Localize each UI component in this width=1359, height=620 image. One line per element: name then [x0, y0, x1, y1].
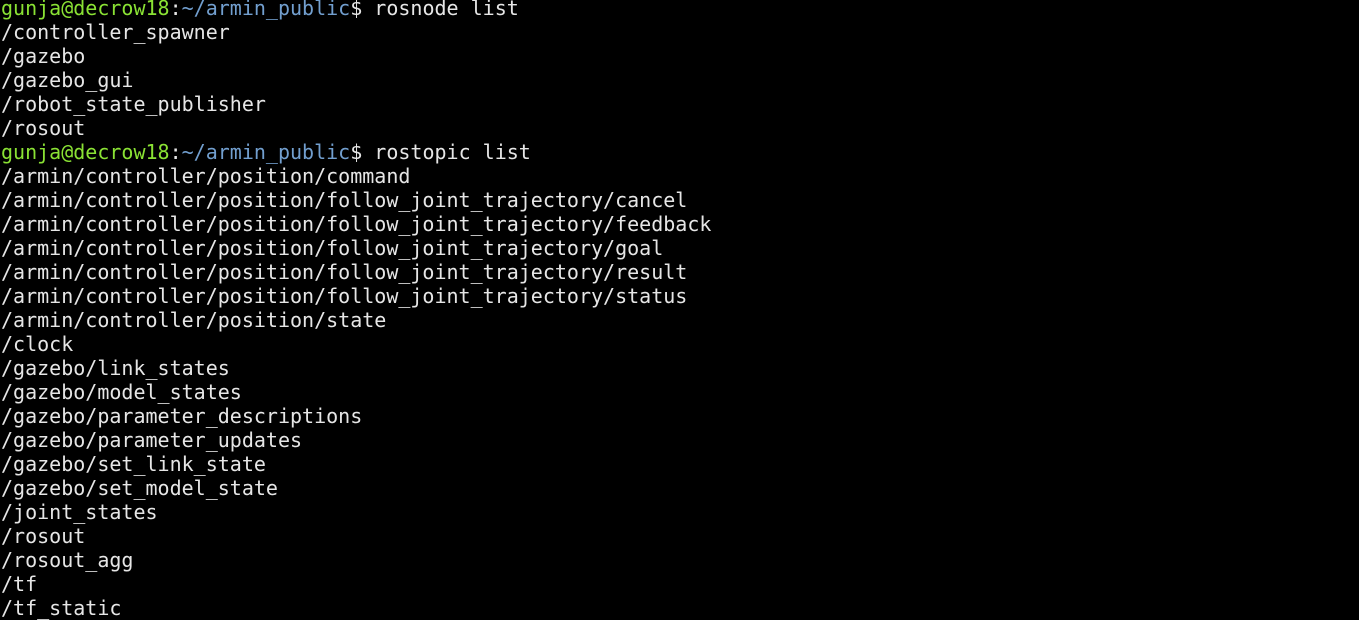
command-text: rosnode list [374, 0, 519, 20]
output-line: /gazebo_gui [1, 68, 134, 92]
output-line: /gazebo/parameter_updates [1, 428, 303, 452]
output-line: /rosout [1, 524, 86, 548]
output-line: /robot_state_publisher [1, 92, 266, 116]
output-line: /armin/controller/position/command [1, 164, 411, 188]
output-line: /armin/controller/position/follow_joint_… [1, 188, 688, 212]
prompt-line: gunja@decrow18:~/armin_public$ rosnode l… [1, 0, 1359, 20]
output-line: /tf_static [1, 596, 122, 620]
output-line: /controller_spawner [1, 20, 230, 44]
prompt-path: ~/armin_public [181, 0, 351, 20]
output-line: /gazebo/set_model_state [1, 476, 278, 500]
prompt-separator: : [169, 0, 182, 20]
output-line: /armin/controller/position/follow_joint_… [1, 260, 688, 284]
prompt-user-host: gunja@decrow18 [1, 140, 170, 164]
prompt-symbol: $ [350, 140, 375, 164]
output-line: /tf [1, 572, 38, 596]
output-line: /gazebo/set_link_state [1, 452, 266, 476]
prompt-user-host: gunja@decrow18 [1, 0, 170, 20]
output-line: /armin/controller/position/follow_joint_… [1, 236, 664, 260]
output-line: /armin/controller/position/follow_joint_… [1, 284, 688, 308]
prompt-line: gunja@decrow18:~/armin_public$ rostopic … [1, 140, 1359, 164]
terminal-window[interactable]: gunja@decrow18:~/armin_public$ rosnode l… [0, 0, 1359, 620]
output-line: /gazebo/link_states [1, 356, 230, 380]
output-line: /armin/controller/position/follow_joint_… [1, 212, 712, 236]
output-line: /armin/controller/position/state [1, 308, 387, 332]
output-line: /gazebo/model_states [1, 380, 242, 404]
output-line: /gazebo/parameter_descriptions [1, 404, 363, 428]
output-line: /gazebo [1, 44, 86, 68]
output-line: /joint_states [1, 500, 158, 524]
output-line: /rosout [1, 116, 86, 140]
output-line: /rosout_agg [1, 548, 134, 572]
prompt-separator: : [169, 140, 182, 164]
prompt-symbol: $ [350, 0, 375, 20]
prompt-path: ~/armin_public [181, 140, 351, 164]
output-line: /clock [1, 332, 74, 356]
command-text: rostopic list [374, 140, 531, 164]
